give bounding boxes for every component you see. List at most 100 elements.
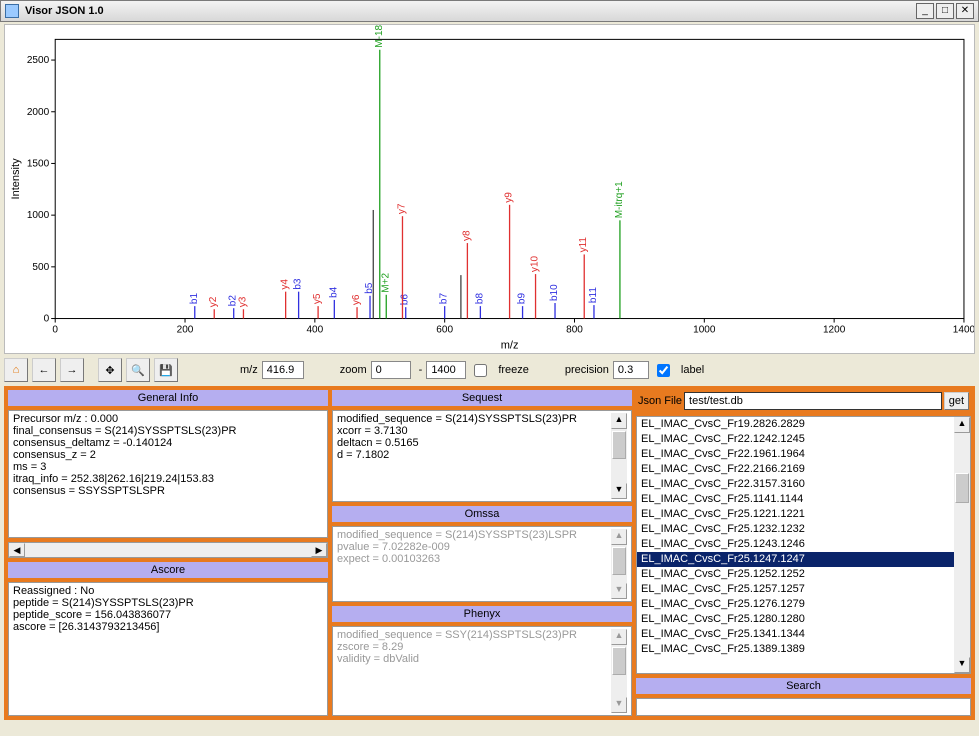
- svg-text:2000: 2000: [27, 107, 50, 118]
- svg-text:y10: y10: [530, 255, 541, 272]
- info-line: expect = 0.00103263: [337, 553, 611, 565]
- general-info-header: General Info: [8, 390, 328, 406]
- scroll-down-icon[interactable]: ▼: [611, 697, 627, 713]
- phenyx-body[interactable]: modified_sequence = SSY(214)SSPTSLS(23)P…: [332, 626, 632, 716]
- save-figure-button[interactable]: 💾: [154, 358, 178, 382]
- file-list[interactable]: EL_IMAC_CvsC_Fr19.2826.2829EL_IMAC_CvsC_…: [636, 416, 971, 674]
- info-line: Precursor m/z : 0.000: [13, 413, 323, 425]
- svg-text:m/z: m/z: [501, 340, 519, 352]
- info-line: pvalue = 7.02282e-009: [337, 541, 611, 553]
- svg-text:y4: y4: [280, 279, 291, 290]
- info-line: modified_sequence = S(214)SYSSPTSLS(23)P…: [337, 413, 611, 425]
- svg-text:b6: b6: [400, 294, 411, 306]
- file-list-item[interactable]: EL_IMAC_CvsC_Fr25.1232.1232: [637, 522, 954, 537]
- freeze-checkbox[interactable]: [474, 364, 487, 377]
- scroll-down-icon[interactable]: ▼: [611, 583, 627, 599]
- svg-text:600: 600: [436, 325, 453, 336]
- maximize-button[interactable]: □: [936, 3, 954, 19]
- info-line: modified_sequence = SSY(214)SSPTSLS(23)P…: [337, 629, 611, 641]
- scroll-thumb[interactable]: [612, 547, 626, 575]
- file-list-item[interactable]: EL_IMAC_CvsC_Fr25.1247.1247: [637, 552, 954, 567]
- label-label: label: [681, 364, 704, 376]
- get-button[interactable]: get: [944, 392, 969, 410]
- phenyx-header: Phenyx: [332, 606, 632, 622]
- scroll-up-icon[interactable]: ▲: [954, 417, 970, 433]
- svg-text:y3: y3: [237, 296, 248, 307]
- svg-text:b4: b4: [328, 286, 339, 298]
- general-info-hscroll[interactable]: ◀▶: [8, 542, 328, 558]
- zoom-to-input[interactable]: [426, 361, 466, 379]
- precision-input[interactable]: [613, 361, 649, 379]
- file-list-item[interactable]: EL_IMAC_CvsC_Fr25.1257.1257: [637, 582, 954, 597]
- scroll-left-icon[interactable]: ◀: [9, 543, 25, 557]
- svg-text:500: 500: [32, 262, 49, 273]
- info-line: Reassigned : No: [13, 585, 323, 597]
- svg-text:y5: y5: [312, 293, 323, 304]
- svg-text:y7: y7: [396, 203, 407, 214]
- zoom-rect-button[interactable]: 🔍: [126, 358, 150, 382]
- json-file-label: Json File: [638, 395, 682, 407]
- back-button[interactable]: ←: [32, 358, 56, 382]
- svg-text:1200: 1200: [823, 325, 846, 336]
- svg-text:y9: y9: [504, 192, 515, 203]
- info-line: consensus_deltamz = -0.140124: [13, 437, 323, 449]
- svg-text:1500: 1500: [27, 158, 50, 169]
- info-line: peptide = S(214)SYSSPTSLS(23)PR: [13, 597, 323, 609]
- scroll-up-icon[interactable]: ▲: [611, 629, 627, 645]
- file-list-item[interactable]: EL_IMAC_CvsC_Fr22.1961.1964: [637, 447, 954, 462]
- file-list-item[interactable]: EL_IMAC_CvsC_Fr25.1389.1389: [637, 642, 954, 657]
- info-line: ms = 3: [13, 461, 323, 473]
- scroll-thumb[interactable]: [612, 431, 626, 459]
- spectrum-chart[interactable]: 0500100015002000250002004006008001000120…: [4, 24, 975, 354]
- svg-text:M-18+2: M-18+2: [374, 25, 385, 48]
- label-checkbox[interactable]: [657, 364, 670, 377]
- scroll-thumb[interactable]: [955, 473, 969, 503]
- close-button[interactable]: ✕: [956, 3, 974, 19]
- file-list-item[interactable]: EL_IMAC_CvsC_Fr25.1243.1246: [637, 537, 954, 552]
- pan-button[interactable]: ✥: [98, 358, 122, 382]
- file-list-item[interactable]: EL_IMAC_CvsC_Fr25.1141.1144: [637, 492, 954, 507]
- ascore-body[interactable]: Reassigned : Nopeptide = S(214)SYSSPTSLS…: [8, 582, 328, 716]
- omssa-body[interactable]: modified_sequence = S(214)SYSSPTS(23)LSP…: [332, 526, 632, 602]
- file-list-item[interactable]: EL_IMAC_CvsC_Fr22.2166.2169: [637, 462, 954, 477]
- window-titlebar: Visor JSON 1.0 _ □ ✕: [0, 0, 979, 22]
- svg-text:1000: 1000: [27, 210, 50, 221]
- file-list-item[interactable]: EL_IMAC_CvsC_Fr22.3157.3160: [637, 477, 954, 492]
- svg-text:M-itrq+1: M-itrq+1: [614, 181, 625, 218]
- json-file-input[interactable]: [684, 392, 942, 410]
- scroll-thumb[interactable]: [612, 647, 626, 675]
- svg-text:b11: b11: [588, 287, 599, 303]
- minimize-button[interactable]: _: [916, 3, 934, 19]
- zoom-from-input[interactable]: [371, 361, 411, 379]
- mz-label: m/z: [240, 364, 258, 376]
- svg-text:M+2: M+2: [380, 273, 391, 293]
- file-list-item[interactable]: EL_IMAC_CvsC_Fr19.2826.2829: [637, 417, 954, 432]
- file-list-item[interactable]: EL_IMAC_CvsC_Fr22.1242.1245: [637, 432, 954, 447]
- file-list-item[interactable]: EL_IMAC_CvsC_Fr25.1341.1344: [637, 627, 954, 642]
- scroll-down-icon[interactable]: ▼: [611, 483, 627, 499]
- file-list-item[interactable]: EL_IMAC_CvsC_Fr25.1252.1252: [637, 567, 954, 582]
- svg-text:0: 0: [52, 325, 58, 336]
- svg-text:b1: b1: [189, 293, 200, 305]
- svg-text:b10: b10: [549, 284, 560, 301]
- forward-button[interactable]: →: [60, 358, 84, 382]
- svg-text:0: 0: [44, 314, 50, 325]
- precision-label: precision: [565, 364, 609, 376]
- scroll-up-icon[interactable]: ▲: [611, 529, 627, 545]
- file-list-item[interactable]: EL_IMAC_CvsC_Fr25.1276.1279: [637, 597, 954, 612]
- home-button[interactable]: ⌂: [4, 358, 28, 382]
- sequest-body[interactable]: modified_sequence = S(214)SYSSPTSLS(23)P…: [332, 410, 632, 502]
- info-line: peptide_score = 156.043836077: [13, 609, 323, 621]
- search-input-area[interactable]: [636, 698, 971, 716]
- mz-input[interactable]: [262, 361, 304, 379]
- file-list-item[interactable]: EL_IMAC_CvsC_Fr25.1221.1221: [637, 507, 954, 522]
- file-list-item[interactable]: EL_IMAC_CvsC_Fr25.1280.1280: [637, 612, 954, 627]
- window-title: Visor JSON 1.0: [25, 5, 104, 17]
- freeze-label: freeze: [498, 364, 529, 376]
- svg-text:b3: b3: [293, 278, 304, 290]
- scroll-down-icon[interactable]: ▼: [954, 657, 970, 673]
- scroll-right-icon[interactable]: ▶: [311, 543, 327, 557]
- info-line: modified_sequence = S(214)SYSSPTS(23)LSP…: [337, 529, 611, 541]
- general-info-body[interactable]: Precursor m/z : 0.000final_consensus = S…: [8, 410, 328, 538]
- scroll-up-icon[interactable]: ▲: [611, 413, 627, 429]
